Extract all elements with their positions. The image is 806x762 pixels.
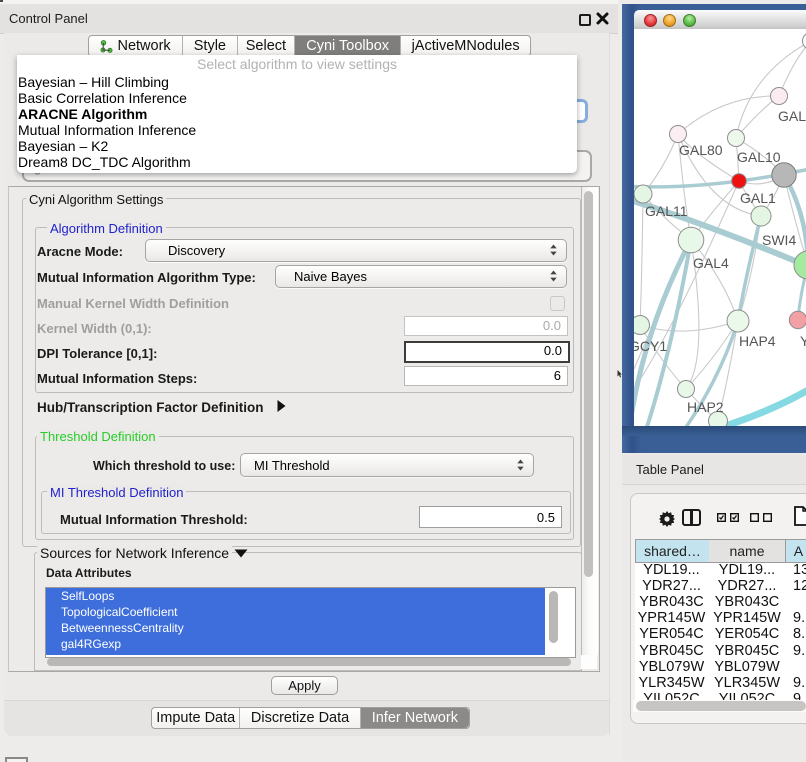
svg-text:GAL: GAL	[778, 108, 806, 124]
svg-text:SWI4: SWI4	[762, 232, 796, 248]
svg-text:GAL10: GAL10	[737, 149, 781, 165]
svg-text:GAL4: GAL4	[693, 255, 729, 271]
svg-text:GCY1: GCY1	[634, 338, 667, 354]
svg-text:HAP4: HAP4	[739, 333, 776, 349]
svg-text:GAL1: GAL1	[740, 190, 776, 206]
svg-text:GAL11: GAL11	[645, 203, 688, 219]
svg-text:GAL80: GAL80	[679, 142, 723, 158]
svg-text:Y: Y	[800, 333, 806, 349]
svg-text:HAP2: HAP2	[687, 399, 724, 415]
